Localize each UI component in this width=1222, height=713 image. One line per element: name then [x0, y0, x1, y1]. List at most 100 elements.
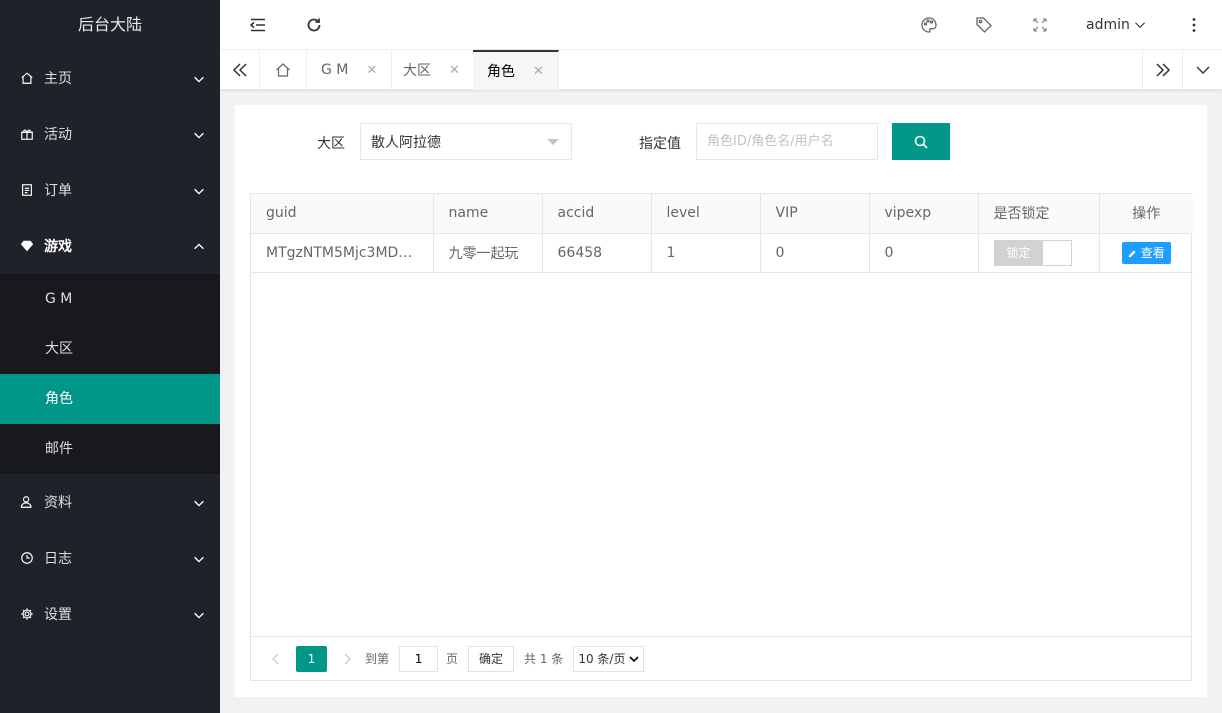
cell-vipexp: 0	[869, 233, 979, 273]
user-icon	[20, 495, 34, 509]
region-label: 大区	[317, 136, 345, 152]
sidebar-item-home[interactable]: 主页	[0, 50, 220, 106]
col-level: level	[651, 194, 761, 234]
sidebar-item-profile[interactable]: 资料	[0, 474, 220, 530]
tab-home[interactable]	[260, 50, 307, 90]
goto-page-input[interactable]	[399, 645, 439, 672]
content-card: 大区 散人阿拉德 指定值 guid name accid level VIP v…	[235, 105, 1207, 697]
fullscreen-button[interactable]	[1028, 0, 1052, 50]
cell-locked: 锁定	[978, 233, 1100, 273]
lock-switch-label: 锁定	[994, 240, 1043, 265]
table-header-row: guid name accid level VIP vipexp 是否锁定 操作	[251, 194, 1193, 234]
lock-switch-knob	[1042, 240, 1071, 265]
cell-accid: 66458	[542, 233, 652, 273]
gear-icon	[20, 607, 34, 621]
next-page-button[interactable]	[337, 646, 357, 672]
table-row: MTgzNTM5Mjc3MDA... 九零一起玩 66458 1 0 0 锁定	[251, 233, 1193, 273]
double-chevron-right-icon	[1155, 63, 1170, 77]
close-icon[interactable]: ✕	[533, 64, 544, 79]
sidebar-item-orders[interactable]: 订单	[0, 162, 220, 218]
chevron-down-icon	[194, 132, 204, 139]
sidebar-item-label: 设置	[44, 607, 72, 623]
menu-toggle-button[interactable]	[246, 0, 270, 50]
sidebar-subitem-region[interactable]: 大区	[0, 324, 220, 374]
chevron-down-icon	[1196, 66, 1209, 74]
col-action: 操作	[1099, 194, 1193, 234]
double-chevron-left-icon	[232, 63, 247, 77]
region-select-value: 散人阿拉德	[371, 134, 441, 151]
sidebar-item-activity[interactable]: 活动	[0, 106, 220, 162]
view-button-label: 查看	[1140, 246, 1165, 260]
region-select[interactable]: 散人阿拉德	[360, 123, 572, 160]
tag-button[interactable]	[972, 0, 996, 50]
more-button[interactable]	[1184, 0, 1204, 50]
sidebar-item-log[interactable]: 日志	[0, 530, 220, 586]
tab-role[interactable]: 角色 ✕	[473, 50, 559, 90]
sidebar-subitem-role[interactable]: 角色	[0, 374, 220, 424]
close-icon[interactable]: ✕	[366, 63, 377, 78]
sidebar-subitem-mail[interactable]: 邮件	[0, 424, 220, 474]
prev-page-button[interactable]	[266, 646, 286, 672]
sidebar-item-settings[interactable]: 设置	[0, 586, 220, 642]
page-size-select[interactable]: 10 条/页	[573, 645, 645, 672]
pagination: 1 到第 页 确定 共 1 条 10 条/页	[251, 636, 1191, 680]
refresh-button[interactable]	[302, 0, 326, 50]
sidebar-subitem-gm[interactable]: G M	[0, 274, 220, 324]
user-menu[interactable]: admin	[1086, 0, 1146, 50]
tabs-scroll-left-button[interactable]	[220, 50, 260, 90]
chevron-right-icon	[344, 653, 351, 664]
chevron-down-icon	[194, 188, 204, 195]
page-label: 页	[446, 652, 459, 666]
fullscreen-icon	[1033, 18, 1047, 32]
tabs-menu-button[interactable]	[1182, 50, 1222, 90]
total-count: 共 1 条	[524, 652, 564, 666]
clock-icon	[20, 551, 34, 565]
cell-vip: 0	[760, 233, 870, 273]
col-guid: guid	[251, 194, 434, 234]
cell-name: 九零一起玩	[433, 233, 543, 273]
current-page[interactable]: 1	[296, 645, 327, 672]
sidebar-item-label: 主页	[44, 71, 72, 87]
chevron-down-icon	[194, 500, 204, 507]
edit-icon	[1128, 250, 1136, 257]
sidebar-item-label: 订单	[44, 183, 72, 199]
cell-action: 查看	[1099, 233, 1193, 273]
role-table: guid name accid level VIP vipexp 是否锁定 操作…	[250, 193, 1193, 681]
search-button[interactable]	[892, 123, 950, 160]
chevron-down-icon	[194, 556, 204, 563]
chevron-left-icon	[272, 653, 279, 664]
tab-gm[interactable]: G M ✕	[307, 50, 393, 90]
top-header: admin	[220, 0, 1222, 50]
app-logo: 后台大陆	[0, 0, 220, 50]
diamond-icon	[20, 239, 34, 253]
refresh-icon	[307, 18, 321, 32]
value-label: 指定值	[639, 136, 681, 152]
sidebar-item-label: 资料	[44, 495, 72, 511]
chevron-up-icon	[194, 243, 204, 250]
home-icon	[20, 71, 34, 85]
page-tabs: G M ✕ 大区 ✕ 角色 ✕	[220, 50, 1222, 90]
col-vip: VIP	[760, 194, 870, 234]
tabs-scroll-right-button[interactable]	[1142, 50, 1182, 90]
col-name: name	[433, 194, 543, 234]
close-icon[interactable]: ✕	[449, 63, 460, 78]
sidebar-item-game[interactable]: 游戏	[0, 218, 220, 274]
tab-region[interactable]: 大区 ✕	[389, 50, 475, 90]
home-icon	[276, 63, 290, 77]
cell-level: 1	[651, 233, 761, 273]
goto-confirm-button[interactable]: 确定	[468, 645, 515, 672]
view-button[interactable]: 查看	[1121, 241, 1171, 264]
caret-down-icon	[547, 139, 559, 145]
tag-icon	[976, 17, 992, 33]
chevron-down-icon	[1135, 22, 1145, 29]
sidebar-item-label: 游戏	[44, 239, 72, 255]
sidebar-submenu-game: G M 大区 角色 邮件	[0, 274, 220, 474]
more-vertical-icon	[1192, 18, 1196, 32]
goto-label: 到第	[365, 652, 390, 666]
tab-label: 大区	[403, 63, 431, 79]
col-accid: accid	[542, 194, 652, 234]
palette-icon	[921, 17, 937, 33]
value-input[interactable]	[696, 123, 878, 160]
theme-button[interactable]	[917, 0, 941, 50]
lock-switch[interactable]: 锁定	[993, 239, 1072, 266]
